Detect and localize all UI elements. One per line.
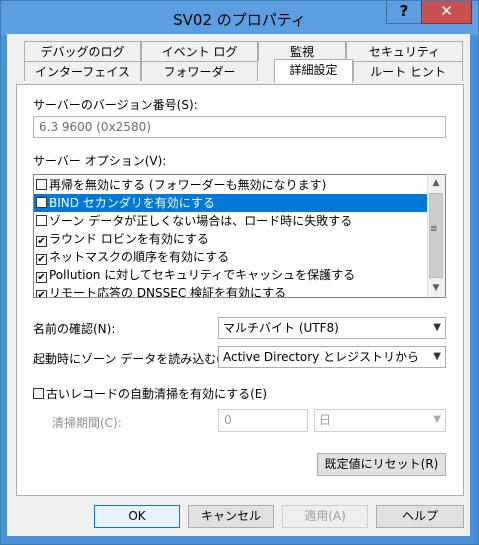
load-zone-select[interactable]: Active Directory とレジストリから ▼ bbox=[218, 346, 446, 368]
tab-forwarders[interactable]: フォワーダー bbox=[141, 61, 258, 81]
list-scrollbar[interactable]: ▲ ═ ═ ▼ bbox=[427, 175, 445, 297]
grip-icon: ═ ═ bbox=[431, 223, 437, 236]
title-bar[interactable]: SV02 のプロパティ ? ✕ bbox=[1, 1, 478, 35]
scavenging-period-field[interactable]: 0 bbox=[218, 409, 308, 432]
scavenging-label: 古いレコードの自動清掃を有効にする(E) bbox=[46, 387, 268, 401]
list-item[interactable]: BIND セカンダリを有効にする bbox=[34, 194, 429, 212]
load-zone-label: 起動時にゾーン データを読み込む(L): bbox=[33, 352, 237, 366]
server-options-list[interactable]: 再帰を無効にする (フォワーダーも無効になります) BIND セカンダリを有効に… bbox=[33, 174, 446, 298]
checkbox[interactable] bbox=[36, 215, 47, 226]
list-item[interactable]: ✔ ラウンド ロビンを有効にする bbox=[34, 230, 429, 248]
checkbox[interactable]: ✔ bbox=[36, 236, 47, 247]
name-check-label: 名前の確認(N): bbox=[33, 322, 116, 336]
chevron-down-icon: ▼ bbox=[433, 322, 441, 333]
list-item[interactable]: ✔ リモート応答の DNSSEC 検証を有効にする bbox=[34, 284, 429, 298]
list-item[interactable]: ✔ Pollution に対してセキュリティでキャッシュを保護する bbox=[34, 266, 429, 284]
ok-button[interactable]: OK bbox=[94, 505, 180, 528]
server-options-label: サーバー オプション(V): bbox=[33, 154, 167, 168]
option-label: リモート応答の DNSSEC 検証を有効にする bbox=[49, 286, 287, 298]
scroll-down-icon[interactable]: ▼ bbox=[428, 280, 444, 297]
scavenging-unit-value: 日 bbox=[319, 413, 332, 427]
load-zone-value: Active Directory とレジストリから bbox=[223, 350, 420, 364]
tab-monitoring[interactable]: 監視 bbox=[258, 41, 346, 61]
tab-security[interactable]: セキュリティ bbox=[346, 41, 463, 61]
option-label: ラウンド ロビンを有効にする bbox=[49, 232, 209, 246]
list-item[interactable]: 再帰を無効にする (フォワーダーも無効になります) bbox=[34, 176, 429, 194]
checkbox[interactable]: ✔ bbox=[36, 290, 47, 297]
tab-event-log[interactable]: イベント ログ bbox=[141, 41, 258, 61]
tab-root-hints[interactable]: ルート ヒント bbox=[353, 61, 463, 81]
scavenging-unit-select[interactable]: 日 ▼ bbox=[314, 409, 446, 432]
cancel-button[interactable]: キャンセル bbox=[188, 505, 274, 528]
tab-advanced[interactable]: 詳細設定 bbox=[274, 59, 353, 83]
option-label: Pollution に対してセキュリティでキャッシュを保護する bbox=[49, 268, 356, 282]
server-version-field[interactable]: 6.3 9600 (0x2580) bbox=[33, 116, 446, 138]
tab-interfaces[interactable]: インターフェイス bbox=[24, 61, 141, 81]
scavenging-period-label: 清掃期間(C): bbox=[52, 416, 122, 430]
name-check-select[interactable]: マルチバイト (UTF8) ▼ bbox=[218, 317, 446, 339]
option-label: 再帰を無効にする (フォワーダーも無効になります) bbox=[49, 178, 327, 192]
scroll-up-icon[interactable]: ▲ bbox=[428, 175, 444, 192]
scavenging-checkbox-row[interactable]: 古いレコードの自動清掃を有効にする(E) bbox=[31, 385, 267, 402]
server-version-label: サーバーのバージョン番号(S): bbox=[33, 98, 198, 112]
list-item[interactable]: ✔ ネットマスクの順序を有効にする bbox=[34, 248, 429, 266]
checkbox[interactable] bbox=[36, 197, 47, 208]
reset-defaults-button[interactable]: 既定値にリセット(R) bbox=[317, 453, 446, 476]
option-label: ネットマスクの順序を有効にする bbox=[49, 250, 230, 264]
scavenging-checkbox[interactable] bbox=[33, 388, 44, 399]
chevron-down-icon: ▼ bbox=[433, 414, 441, 425]
checkbox[interactable]: ✔ bbox=[36, 272, 47, 283]
tab-debug-log[interactable]: デバッグのログ bbox=[24, 41, 141, 61]
option-label: ゾーン データが正しくない場合は、ロード時に失敗する bbox=[49, 214, 353, 228]
chevron-down-icon: ▼ bbox=[433, 351, 441, 362]
close-button[interactable]: ✕ bbox=[421, 1, 472, 24]
help-button[interactable]: ヘルプ bbox=[376, 505, 464, 528]
option-label: BIND セカンダリを有効にする bbox=[49, 196, 215, 210]
apply-button[interactable]: 適用(A) bbox=[282, 505, 368, 528]
title-help-button[interactable]: ? bbox=[386, 1, 422, 24]
checkbox[interactable]: ✔ bbox=[36, 254, 47, 265]
list-item[interactable]: ゾーン データが正しくない場合は、ロード時に失敗する bbox=[34, 212, 429, 230]
checkbox[interactable] bbox=[36, 179, 47, 190]
name-check-value: マルチバイト (UTF8) bbox=[223, 321, 339, 335]
